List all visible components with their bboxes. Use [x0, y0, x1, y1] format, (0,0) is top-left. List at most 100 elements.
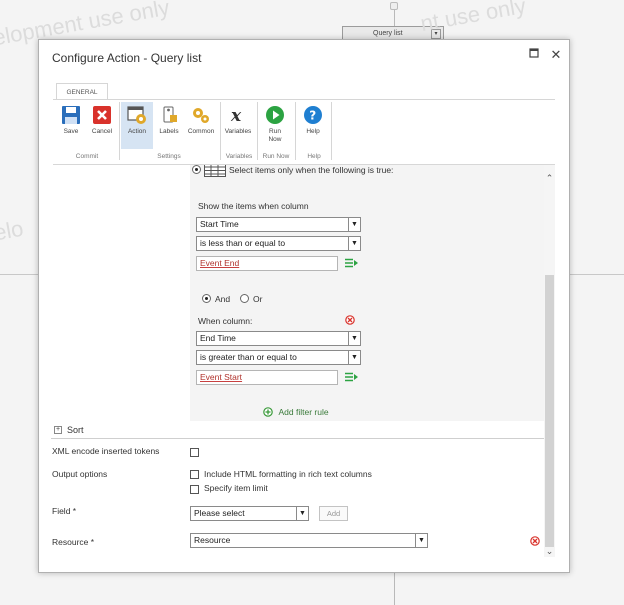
common-gears-icon: [193, 108, 209, 123]
field-select-value: Please select: [194, 508, 245, 518]
insert-reference-icon[interactable]: [345, 372, 358, 382]
field-label: Field *: [52, 506, 77, 516]
ribbon: GENERAL Save Cancel Commit Action Labels…: [53, 80, 555, 165]
add-circle-icon: [263, 406, 273, 417]
tab-general[interactable]: GENERAL: [56, 83, 108, 100]
specify-limit-label: Specify item limit: [204, 483, 268, 493]
when-column-label: When column:: [198, 316, 253, 326]
and-radio[interactable]: [202, 294, 211, 303]
ribbon-divider: [53, 99, 555, 100]
and-label: And: [215, 294, 231, 304]
action-button[interactable]: Action: [121, 102, 153, 149]
field-select[interactable]: Please select ▼: [190, 506, 309, 521]
canvas-connector-node: [390, 2, 398, 10]
variables-icon: x: [230, 106, 242, 125]
output-options-label: Output options: [52, 469, 108, 479]
group-label-commit: Commit: [75, 153, 99, 160]
remove-condition-icon[interactable]: [345, 315, 355, 325]
condition1-value-field[interactable]: Event End: [196, 256, 338, 271]
group-label-run-now: Run Now: [262, 153, 290, 160]
labels-icon: [163, 106, 177, 123]
ribbon-separator: [257, 102, 258, 160]
resource-select[interactable]: Resource ▼: [190, 533, 428, 548]
xml-encode-label: XML encode inserted tokens: [52, 446, 160, 456]
run-now-button[interactable]: Run Now: [259, 102, 291, 149]
chevron-down-icon: ▼: [415, 534, 427, 547]
select-items-label: Select items only when the following is …: [229, 165, 394, 175]
xml-encode-checkbox[interactable]: [190, 448, 199, 457]
add-filter-rule-label: Add filter rule: [278, 406, 329, 417]
labels-label: Labels: [159, 128, 179, 135]
help-button[interactable]: ? Help: [297, 102, 329, 149]
sort-section-header[interactable]: + Sort: [51, 422, 544, 439]
save-label: Save: [63, 128, 79, 135]
condition1-column-value: Start Time: [200, 219, 239, 229]
include-html-label: Include HTML formatting in rich text col…: [204, 469, 372, 479]
maximize-icon[interactable]: [527, 48, 541, 62]
condition2-value-field[interactable]: Event Start: [196, 370, 338, 385]
ribbon-separator: [220, 102, 221, 160]
play-icon: [266, 106, 284, 124]
action-icon: [127, 106, 146, 124]
common-label: Common: [187, 128, 215, 135]
table-grid-icon: [204, 165, 226, 177]
configure-action-dialog: Configure Action - Query list ✕ GENERAL …: [38, 39, 570, 573]
labels-button[interactable]: Labels: [153, 102, 185, 149]
variables-button[interactable]: x Variables: [222, 102, 254, 149]
condition2-column-value: End Time: [200, 333, 236, 343]
save-button[interactable]: Save: [55, 102, 87, 149]
chevron-down-icon: ▼: [348, 332, 360, 345]
scroll-up-icon[interactable]: ⌃: [544, 173, 555, 183]
condition1-column-select[interactable]: Start Time ▼: [196, 217, 361, 232]
condition1-operator-select[interactable]: is less than or equal to ▼: [196, 236, 361, 251]
chevron-down-icon: ▼: [348, 218, 360, 231]
or-radio[interactable]: [240, 294, 249, 303]
save-icon: [62, 106, 80, 124]
resource-label: Resource *: [52, 537, 95, 547]
filter-mode-radio[interactable]: [192, 165, 201, 174]
close-icon[interactable]: ✕: [549, 48, 563, 62]
svg-text:x: x: [230, 106, 242, 125]
cancel-icon: [93, 106, 111, 124]
chevron-down-icon: ▼: [348, 237, 360, 250]
chevron-down-icon: ▼: [348, 351, 360, 364]
ribbon-separator: [119, 102, 120, 160]
group-label-variables: Variables: [225, 153, 253, 160]
chevron-down-icon: ▼: [296, 507, 308, 520]
group-label-settings: Settings: [157, 153, 181, 160]
or-label: Or: [253, 294, 263, 304]
condition1-value-token[interactable]: Event End: [200, 258, 239, 268]
sort-label: Sort: [67, 425, 84, 435]
condition2-column-select[interactable]: End Time ▼: [196, 331, 361, 346]
svg-text:?: ?: [309, 109, 316, 123]
cancel-button[interactable]: Cancel: [86, 102, 118, 149]
variables-label: Variables: [224, 128, 252, 135]
ribbon-separator: [295, 102, 296, 160]
condition2-operator-select[interactable]: is greater than or equal to ▼: [196, 350, 361, 365]
include-html-checkbox[interactable]: [190, 470, 199, 479]
expand-icon[interactable]: +: [54, 426, 62, 434]
insert-reference-icon[interactable]: [345, 258, 358, 268]
vertical-scrollbar[interactable]: ⌃ ⌄: [544, 165, 555, 557]
add-field-button[interactable]: Add: [319, 506, 348, 521]
help-icon: ?: [304, 106, 322, 124]
show-items-label: Show the items when column: [198, 201, 309, 211]
common-button[interactable]: Common: [185, 102, 217, 149]
condition2-value-token[interactable]: Event Start: [200, 372, 242, 382]
dialog-title: Configure Action - Query list: [52, 51, 202, 65]
canvas-connector-line: [394, 10, 395, 26]
add-filter-rule-button[interactable]: Add filter rule: [263, 406, 329, 418]
run-now-label-2: Now: [268, 136, 282, 143]
scrollbar-thumb[interactable]: [545, 275, 554, 547]
remove-resource-icon[interactable]: [530, 536, 540, 546]
canvas-connector-line: [394, 572, 395, 605]
scroll-down-icon[interactable]: ⌄: [544, 546, 555, 556]
ribbon-separator: [331, 102, 332, 160]
resource-select-value: Resource: [194, 535, 231, 545]
condition2-operator-value: is greater than or equal to: [200, 352, 297, 362]
help-label: Help: [306, 128, 320, 135]
specify-limit-checkbox[interactable]: [190, 485, 199, 494]
run-now-label: Run: [269, 128, 281, 135]
group-label-help: Help: [307, 153, 321, 160]
cancel-label: Cancel: [91, 128, 113, 135]
